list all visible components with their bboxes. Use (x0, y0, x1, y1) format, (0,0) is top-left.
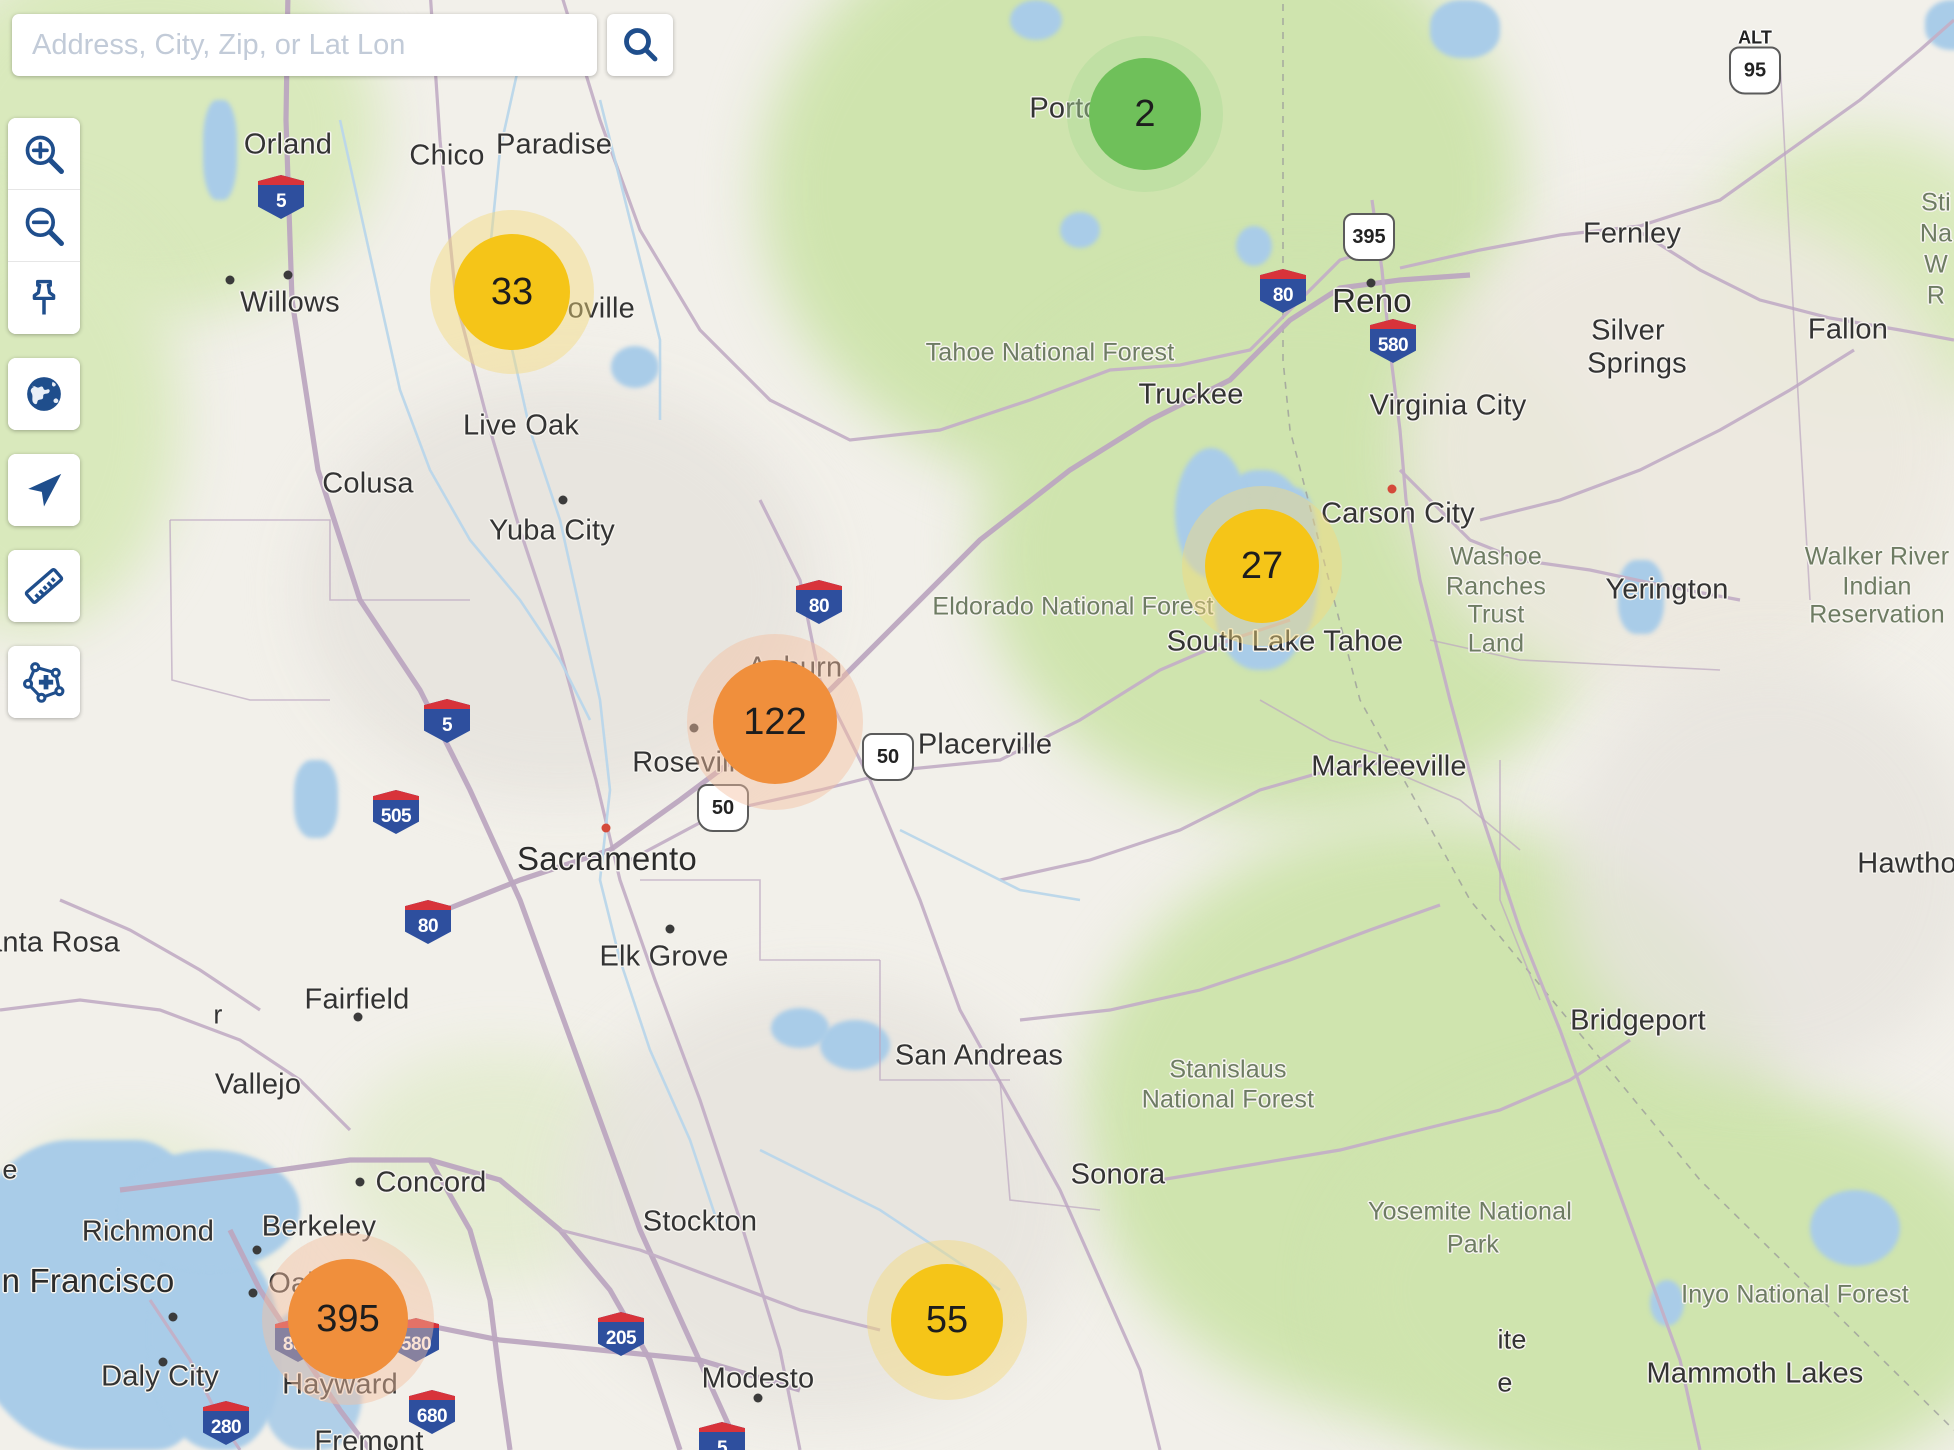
toolbar-group-draw (8, 646, 80, 718)
city-dot (168, 1312, 178, 1322)
cluster-marker[interactable]: 55 (867, 1240, 1027, 1400)
city-dot (558, 495, 568, 505)
cluster-core: 122 (713, 660, 837, 784)
pin-button[interactable] (8, 262, 80, 334)
zoom-out-icon (22, 204, 66, 248)
us-alt-highway-shield: ALT 95 (1729, 28, 1781, 95)
us-highway-shield: 50 (862, 733, 914, 781)
us-highway-shield: 395 (1343, 213, 1395, 261)
cluster-marker[interactable]: 395 (262, 1233, 434, 1405)
city-dot (248, 1288, 258, 1298)
cluster-count: 122 (743, 701, 807, 743)
ruler-icon (22, 564, 66, 608)
search-button[interactable] (607, 14, 673, 76)
cluster-marker[interactable]: 33 (430, 210, 594, 374)
map-canvas[interactable]: Tahoe National Forest Eldorado National F… (0, 0, 1954, 1450)
interstate-shield: 80 (1260, 269, 1306, 313)
toolbar-group-basemap (8, 358, 80, 430)
city-dot (158, 1357, 168, 1367)
navigation-arrow-icon (22, 468, 66, 512)
toolbar-group-locate (8, 454, 80, 526)
cluster-core: 395 (288, 1259, 408, 1379)
globe-icon (22, 372, 66, 416)
city-dot (384, 1443, 394, 1450)
city-dot (225, 275, 235, 285)
interstate-shield: 80 (405, 900, 451, 944)
search-input[interactable] (12, 14, 597, 76)
city-dot (252, 1245, 262, 1255)
cluster-core: 2 (1089, 58, 1201, 170)
city-dot (753, 1393, 763, 1403)
toolbar-group-zoom (8, 118, 80, 334)
interstate-shield: 5 (699, 1422, 745, 1450)
zoom-in-button[interactable] (8, 118, 80, 190)
locate-button[interactable] (8, 454, 80, 526)
interstate-shield: 5 (258, 175, 304, 219)
interstate-shield: 205 (598, 1312, 644, 1356)
toolbar-group-measure (8, 550, 80, 622)
search-icon (620, 24, 660, 67)
city-dot (665, 924, 675, 934)
draw-polygon-button[interactable] (8, 646, 80, 718)
cluster-core: 33 (454, 234, 570, 350)
cluster-marker[interactable]: 122 (687, 634, 863, 810)
measure-button[interactable] (8, 550, 80, 622)
city-dot (353, 1012, 363, 1022)
interstate-shield: 280 (203, 1401, 249, 1445)
zoom-out-button[interactable] (8, 190, 80, 262)
polygon-plus-icon (22, 660, 66, 704)
city-dot (1366, 278, 1376, 288)
cluster-count: 27 (1240, 545, 1284, 587)
interstate-shield: 80 (796, 580, 842, 624)
city-dot (283, 270, 293, 280)
interstate-shield: 580 (1370, 319, 1416, 363)
interstate-shield: 505 (373, 790, 419, 834)
search-bar[interactable] (12, 14, 673, 76)
map-toolbar[interactable] (8, 118, 80, 742)
city-dot-capital (601, 823, 611, 833)
zoom-in-icon (22, 132, 66, 176)
basemap-button[interactable] (8, 358, 80, 430)
cluster-core: 27 (1205, 509, 1319, 623)
interstate-shield: 680 (409, 1390, 455, 1434)
cluster-marker[interactable]: 27 (1182, 486, 1342, 646)
city-dot-capital (1387, 484, 1397, 494)
cluster-core: 55 (891, 1264, 1003, 1376)
cluster-marker[interactable]: 2 (1067, 36, 1223, 192)
interstate-shield: 5 (424, 699, 470, 743)
city-dot (355, 1177, 365, 1187)
pin-icon (23, 277, 65, 319)
cluster-count: 395 (316, 1298, 380, 1340)
cluster-count: 33 (490, 271, 534, 313)
cluster-count: 2 (1134, 93, 1156, 135)
cluster-count: 55 (925, 1299, 969, 1341)
